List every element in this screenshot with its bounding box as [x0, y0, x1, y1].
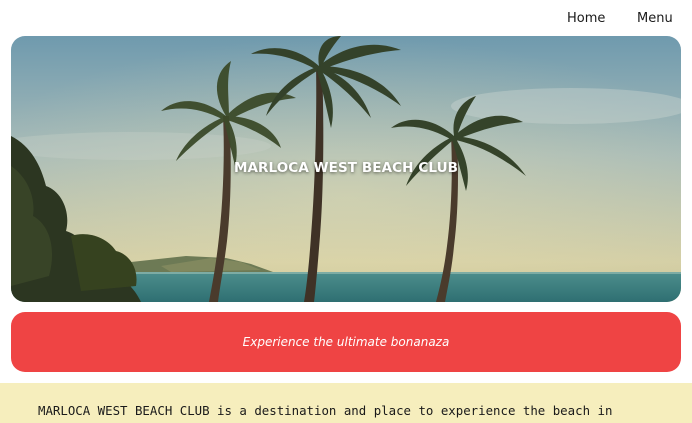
nav-home-link[interactable]: Home	[567, 11, 605, 26]
top-nav: Home Menu	[0, 0, 692, 36]
description-text: MARLOCA WEST BEACH CLUB is a destination…	[38, 403, 613, 418]
tagline-banner: Experience the ultimate bonanaza	[11, 312, 681, 372]
hero-banner: MARLOCA WEST BEACH CLUB	[11, 36, 681, 302]
hero-title: MARLOCA WEST BEACH CLUB	[233, 160, 459, 176]
tagline-text: Experience the ultimate bonanaza	[242, 335, 450, 349]
nav-menu-link[interactable]: Menu	[637, 11, 673, 26]
description-section: MARLOCA WEST BEACH CLUB is a destination…	[0, 383, 692, 423]
